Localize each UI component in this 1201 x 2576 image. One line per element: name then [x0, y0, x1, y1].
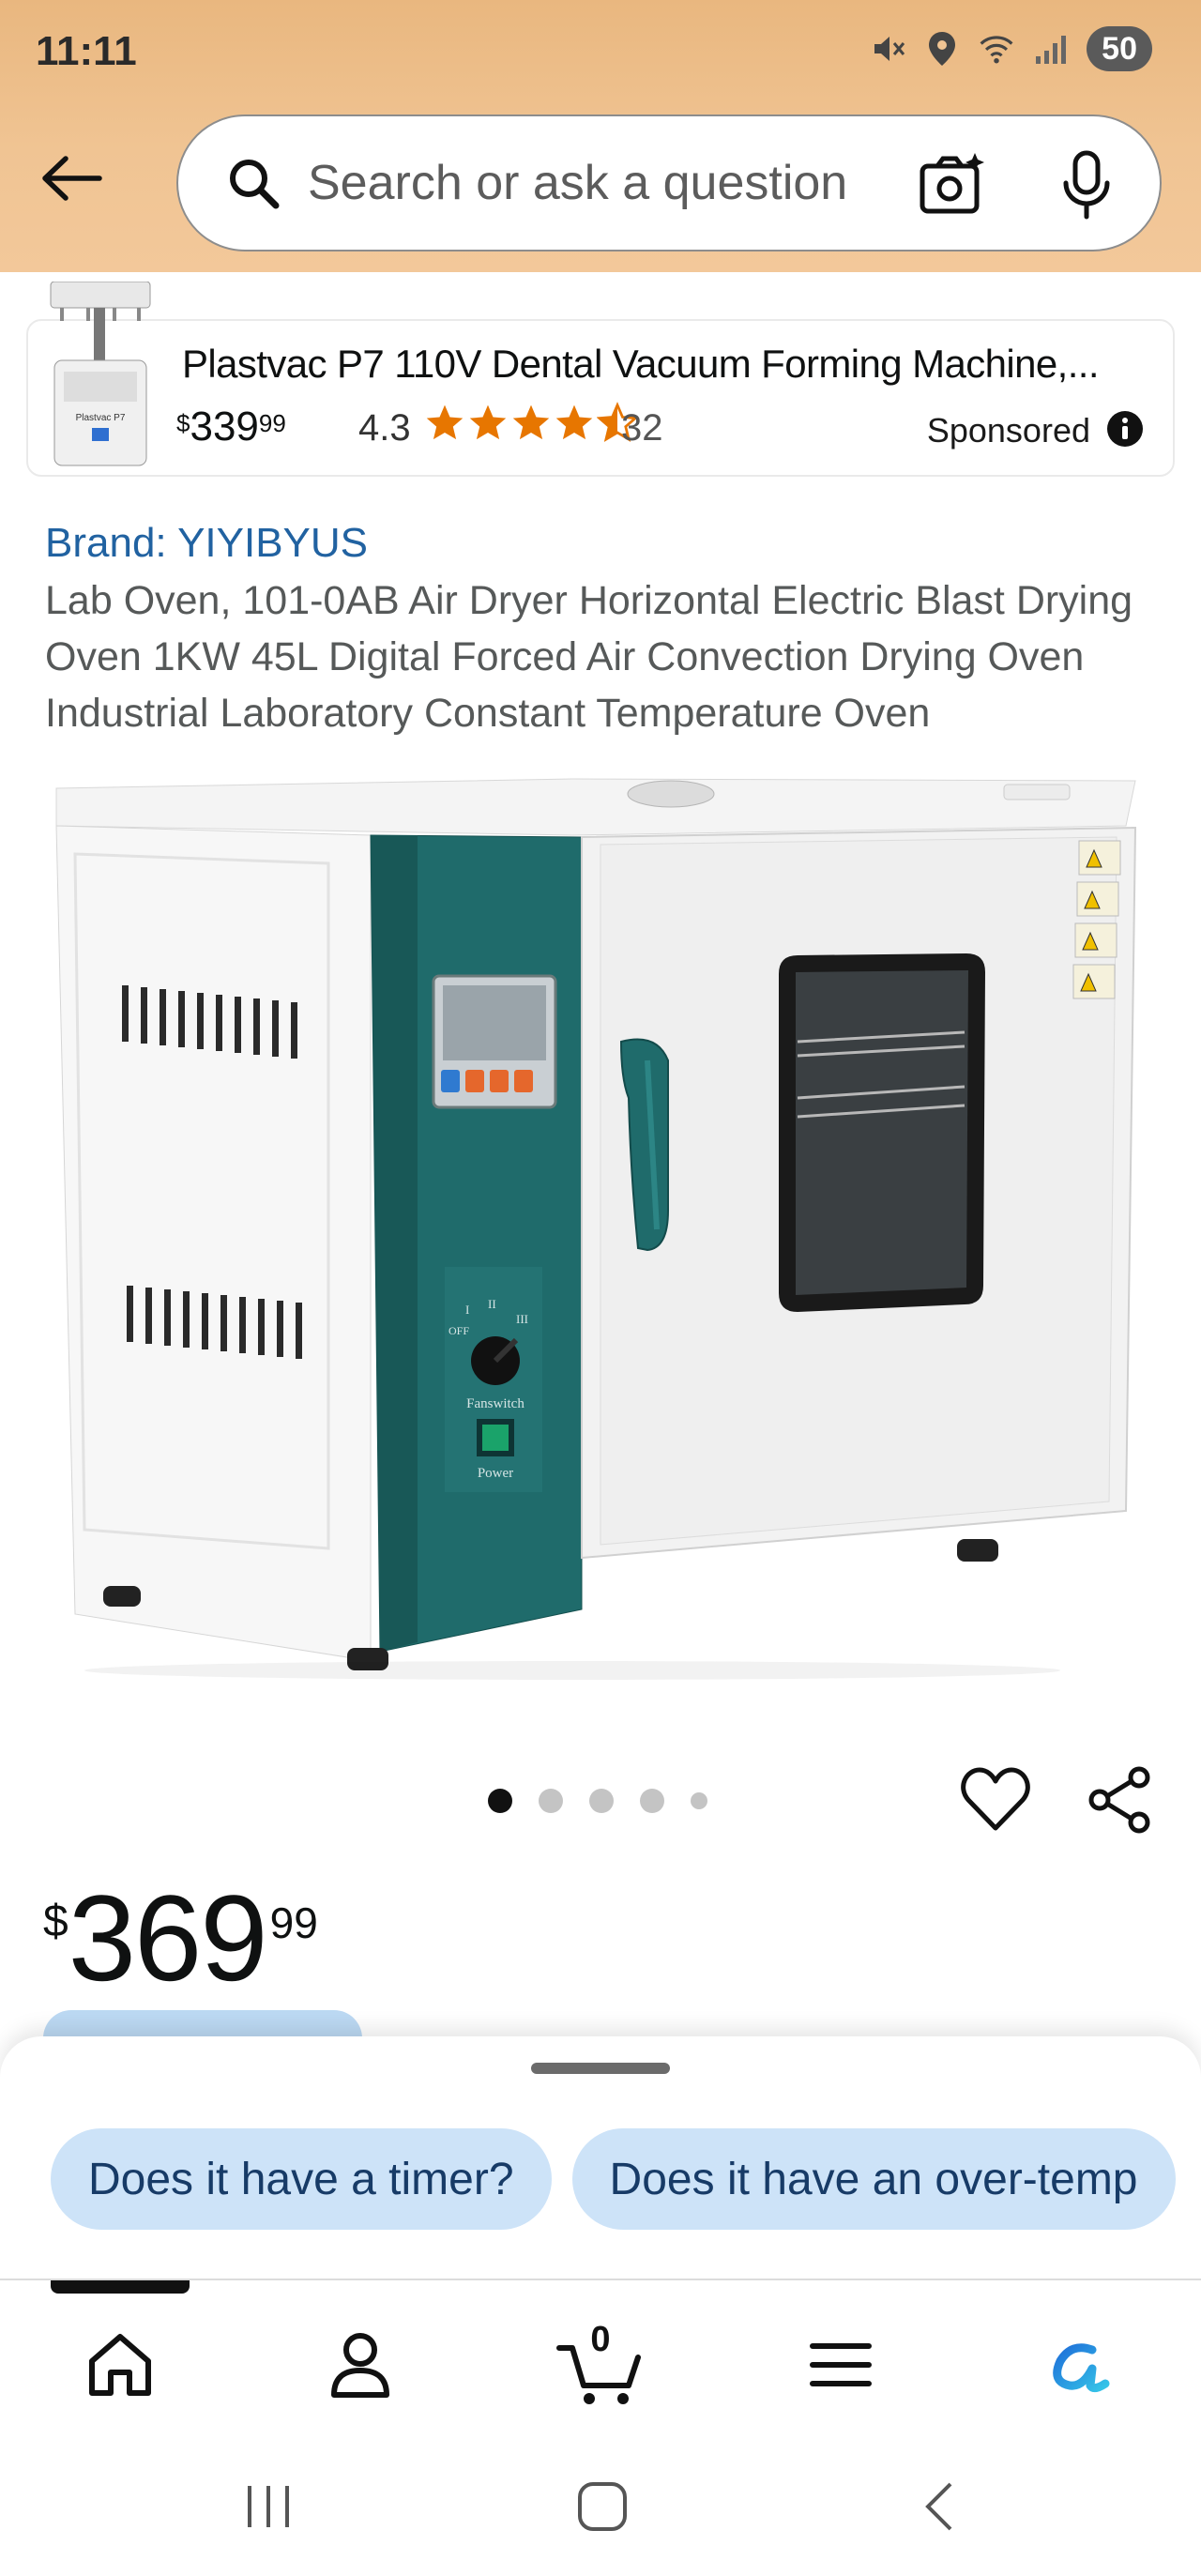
question-chip[interactable]: Does it have an over-temp [571, 2128, 1176, 2230]
status-time: 11:11 [36, 28, 137, 74]
nav-cart[interactable]: 0 [554, 2318, 647, 2412]
sponsored-review-count[interactable]: 32 [621, 407, 663, 450]
wifi-icon [978, 30, 1015, 68]
sponsored-product-card[interactable]: Plastvac P7 Plastvac P7 110V Dental Vacu… [26, 281, 1175, 477]
nav-rufus[interactable] [1034, 2318, 1128, 2412]
cart-count: 0 [590, 2320, 611, 2359]
share-icon[interactable] [1085, 1764, 1156, 1836]
location-icon [923, 30, 961, 68]
star-rating [424, 402, 638, 443]
wishlist-heart-icon[interactable] [959, 1764, 1032, 1836]
rufus-suggestions-sheet: Does it have a timer? Does it have an ov… [0, 2036, 1201, 2280]
sponsored-rating: 4.3 [358, 407, 411, 449]
carousel-dot[interactable] [589, 1789, 614, 1813]
price-whole: 369 [68, 1869, 268, 2006]
star-icon [512, 404, 550, 440]
account-icon [331, 2333, 389, 2398]
switch-position-label: I [465, 1303, 469, 1317]
back-arrow-icon [42, 156, 102, 201]
sheet-drag-handle[interactable] [531, 2063, 670, 2074]
carousel-dot[interactable] [691, 1792, 707, 1809]
microphone-icon[interactable] [1049, 145, 1124, 225]
signal-icon [1032, 30, 1070, 68]
nav-menu[interactable] [794, 2318, 888, 2412]
price-fraction: 99 [269, 1898, 318, 1947]
system-back-button[interactable] [903, 2474, 978, 2539]
mute-icon [869, 30, 906, 68]
switch-off-label: OFF [448, 1324, 469, 1337]
sponsored-product-thumbnail: Plastvac P7 [39, 281, 161, 469]
image-carousel-dots[interactable] [488, 1789, 707, 1813]
sponsored-price-fraction: 99 [258, 409, 286, 437]
search-input[interactable] [308, 155, 871, 211]
brand-link[interactable]: Brand: YIYIBYUS [45, 520, 368, 567]
switch-position-label: III [516, 1312, 528, 1326]
search-bar[interactable] [176, 114, 1162, 252]
info-icon[interactable] [1105, 409, 1145, 449]
switch-position-label: II [488, 1297, 496, 1311]
back-button[interactable] [28, 141, 113, 216]
sponsored-label: Sponsored [926, 411, 1090, 450]
menu-icon [810, 2343, 872, 2386]
carousel-dot[interactable] [640, 1789, 664, 1813]
home-button[interactable] [565, 2474, 640, 2539]
home-icon [89, 2334, 151, 2396]
product-page: 11:11 50 Search or ask a question Plastv… [0, 0, 1201, 2576]
product-price: $ 369 99 [43, 1877, 318, 1999]
price-currency: $ [43, 1897, 68, 1946]
camera-search-icon[interactable] [912, 145, 993, 225]
nav-account[interactable] [313, 2318, 407, 2412]
star-icon [555, 404, 593, 440]
nav-home[interactable] [73, 2318, 167, 2412]
product-title: Lab Oven, 101-0AB Air Dryer Horizontal E… [45, 578, 1133, 736]
product-image[interactable]: I II III OFF Fanswitch Power [47, 760, 1154, 1680]
header: 11:11 50 [0, 0, 1201, 272]
sponsored-price-currency: $ [176, 409, 190, 437]
search-icon [216, 145, 291, 221]
recent-apps-icon [248, 2486, 289, 2527]
status-icons: 50 [869, 26, 1152, 71]
question-chip[interactable]: Does it have a timer? [51, 2128, 552, 2230]
thumbnail-label: Plastvac P7 [76, 413, 126, 423]
rufus-icon [1053, 2343, 1110, 2393]
active-tab-indicator [51, 2280, 190, 2294]
home-square-icon [578, 2482, 627, 2531]
back-chevron-icon [925, 2482, 952, 2531]
power-label: Power [478, 1466, 513, 1481]
carousel-dot[interactable] [539, 1789, 563, 1813]
system-navigation-bar [0, 2431, 1201, 2576]
fanswitch-label: Fanswitch [466, 1396, 524, 1411]
battery-indicator: 50 [1087, 26, 1152, 71]
star-icon [426, 404, 464, 440]
carousel-dot-active[interactable] [488, 1789, 512, 1813]
star-icon [469, 404, 507, 440]
sponsored-title[interactable]: Plastvac P7 110V Dental Vacuum Forming M… [182, 342, 1100, 387]
bottom-navigation: 0 [0, 2279, 1201, 2431]
recent-apps-button[interactable] [231, 2474, 306, 2539]
sponsored-price-whole: 339 [190, 404, 259, 450]
sponsored-price: $ 339 99 [176, 404, 286, 450]
question-chips: Does it have a timer? Does it have an ov… [51, 2128, 1176, 2230]
